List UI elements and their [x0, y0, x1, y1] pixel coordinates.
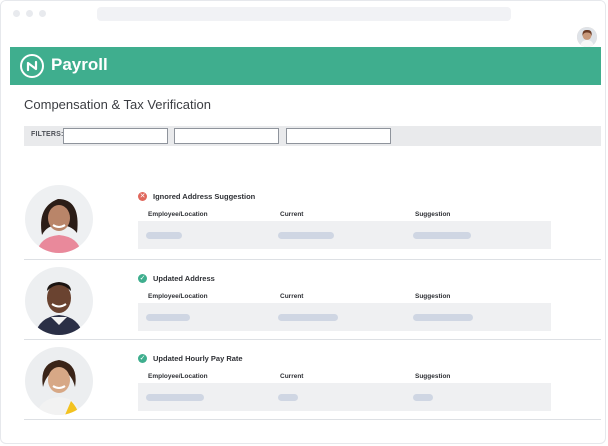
column-header-current: Current [280, 293, 304, 300]
record-row[interactable]: ✓ Updated Hourly Pay Rate Employee/Locat… [24, 347, 601, 426]
filter-input-1[interactable] [63, 128, 168, 144]
filter-input-2[interactable] [174, 128, 279, 144]
suggestion-value-placeholder [413, 232, 471, 239]
window-dot-close[interactable] [13, 10, 20, 17]
employee-avatar [25, 347, 93, 415]
filters-label: FILTERS: [31, 131, 64, 138]
status-text: Updated Hourly Pay Rate [153, 353, 243, 363]
app-brand-name: Payroll [51, 55, 108, 74]
employee-location-placeholder [146, 314, 190, 321]
status-line: ✓ Updated Hourly Pay Rate [138, 352, 243, 364]
browser-chrome [1, 1, 605, 47]
filter-input-3[interactable] [286, 128, 391, 144]
address-bar[interactable] [97, 7, 511, 21]
record-data-box [138, 303, 551, 331]
column-header-suggestion: Suggestion [415, 293, 451, 300]
filter-bar: FILTERS: [24, 126, 601, 146]
app-header: Payroll [10, 47, 601, 85]
record-data-box [138, 383, 551, 411]
status-text: Updated Address [153, 273, 215, 283]
column-header-suggestion: Suggestion [415, 373, 451, 380]
record-row[interactable]: ✕ Ignored Address Suggestion Employee/Lo… [24, 185, 601, 264]
current-value-placeholder [278, 314, 338, 321]
column-header-current: Current [280, 373, 304, 380]
record-row[interactable]: ✓ Updated Address Employee/Location Curr… [24, 267, 601, 346]
status-line: ✓ Updated Address [138, 272, 215, 284]
current-value-placeholder [278, 232, 334, 239]
row-divider [24, 419, 601, 420]
check-icon: ✓ [138, 273, 147, 283]
column-header-employee-location: Employee/Location [148, 211, 208, 218]
ignored-x-icon: ✕ [138, 191, 147, 201]
employee-location-placeholder [146, 394, 204, 401]
suggestion-value-placeholder [413, 314, 473, 321]
suggestion-value-placeholder [413, 394, 433, 401]
column-header-employee-location: Employee/Location [148, 373, 208, 380]
check-icon: ✓ [138, 353, 147, 363]
payroll-logo-icon [20, 54, 44, 78]
window-dot-minimize[interactable] [26, 10, 33, 17]
user-avatar[interactable] [577, 27, 597, 47]
employee-location-placeholder [146, 232, 182, 239]
employee-avatar [25, 267, 93, 335]
page-title: Compensation & Tax Verification [24, 97, 211, 112]
row-divider [24, 339, 601, 340]
record-data-box [138, 221, 551, 249]
row-divider [24, 259, 601, 260]
status-line: ✕ Ignored Address Suggestion [138, 190, 255, 202]
column-header-employee-location: Employee/Location [148, 293, 208, 300]
current-value-placeholder [278, 394, 298, 401]
window-dot-maximize[interactable] [39, 10, 46, 17]
column-header-current: Current [280, 211, 304, 218]
employee-avatar [25, 185, 93, 253]
column-header-suggestion: Suggestion [415, 211, 451, 218]
status-text: Ignored Address Suggestion [153, 191, 256, 201]
browser-window: Payroll Compensation & Tax Verification … [0, 0, 606, 444]
